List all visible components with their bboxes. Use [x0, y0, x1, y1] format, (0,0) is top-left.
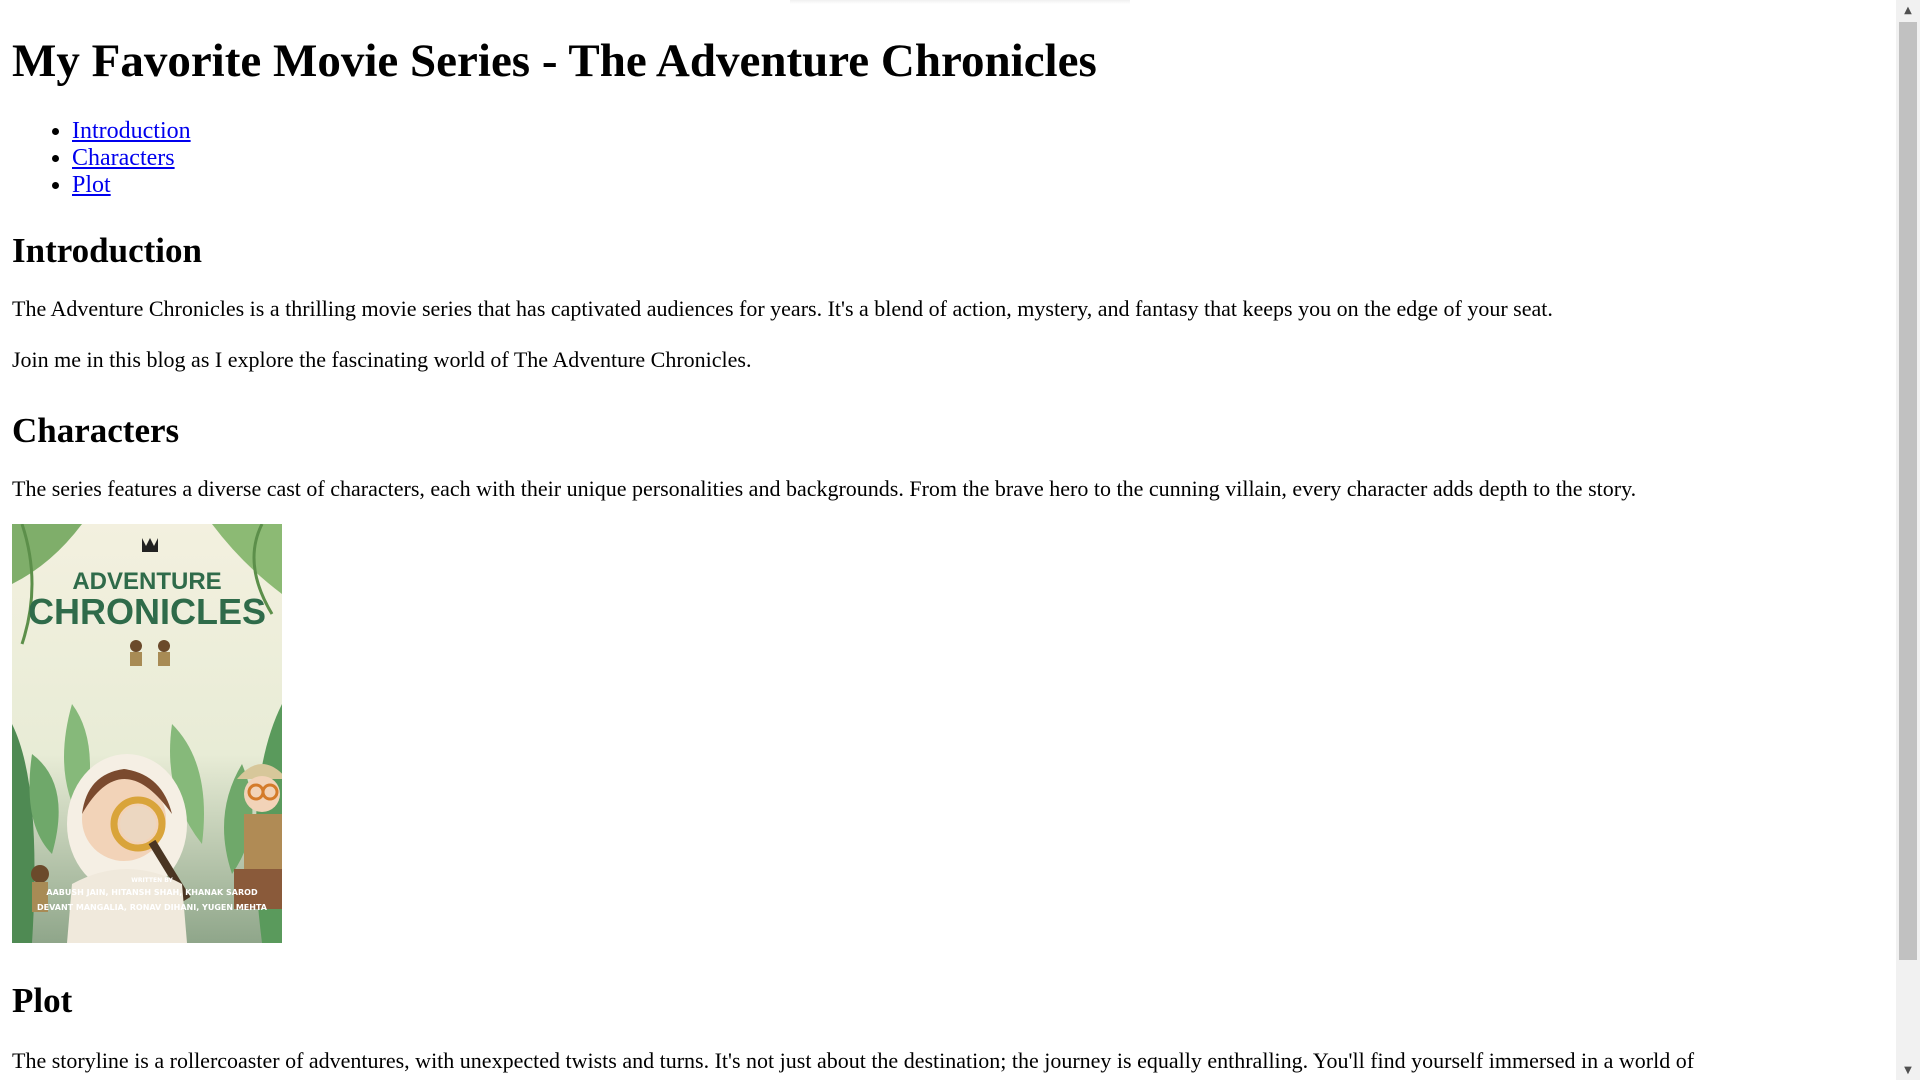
toc-link-plot[interactable]: Plot	[72, 172, 111, 198]
introduction-heading: Introduction	[12, 231, 202, 270]
triangle-up-icon[interactable]: ▲	[1896, 0, 1920, 20]
book-cover-image: ADVENTURE CHRONICLES WRITTEN BY AABUSH J…	[12, 524, 282, 943]
characters-heading: Characters	[12, 411, 180, 450]
toc-item: Characters	[72, 145, 1892, 172]
characters-paragraph: The series features a diverse cast of ch…	[12, 476, 1637, 501]
cover-written-by: WRITTEN BY	[131, 877, 173, 884]
triangle-down-icon[interactable]: ▼	[1896, 1060, 1920, 1080]
toc-link-introduction[interactable]: Introduction	[72, 118, 191, 144]
cover-authors-line-1: AABUSH JAIN, HITANSH SHAH, KHANAK SAROD	[46, 888, 258, 897]
page-title: My Favorite Movie Series - The Adventure…	[12, 35, 1097, 87]
toc-link-characters[interactable]: Characters	[72, 145, 175, 171]
vertical-scrollbar[interactable]: ▲ ▼	[1896, 0, 1920, 1080]
page-content: My Favorite Movie Series - The Adventure…	[12, 0, 1892, 1074]
scrollbar-thumb[interactable]	[1899, 22, 1917, 960]
plot-heading: Plot	[12, 981, 73, 1020]
toc-item: Plot	[72, 172, 1892, 199]
plot-paragraph: The storyline is a rollercoaster of adve…	[12, 1048, 1695, 1073]
cover-authors-line-2: DEVANT MANGALIA, RONAV DIHANI, YUGEN MEH…	[37, 903, 268, 912]
table-of-contents: Introduction Characters Plot	[12, 118, 1892, 199]
introduction-paragraph-2: Join me in this blog as I explore the fa…	[12, 347, 752, 372]
cover-title-bottom: CHRONICLES	[28, 591, 266, 632]
toc-item: Introduction	[72, 118, 1892, 145]
introduction-paragraph: The Adventure Chronicles is a thrilling …	[12, 296, 1553, 321]
